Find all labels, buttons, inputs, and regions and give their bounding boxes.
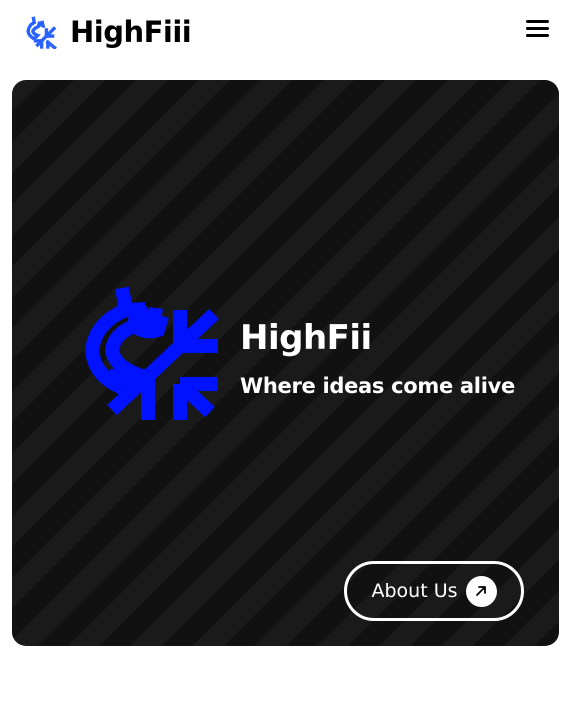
hero-tagline: Where ideas come alive — [240, 374, 515, 398]
arrow-up-right-icon — [465, 575, 497, 607]
highfii-logo-icon — [26, 16, 57, 49]
site-header: HighFiii — [0, 0, 575, 64]
brand-home-link[interactable]: HighFiii — [24, 12, 192, 52]
menu-button[interactable] — [523, 14, 551, 42]
hamburger-menu-icon — [523, 19, 551, 37]
about-us-label: About Us — [371, 579, 458, 602]
brand-name: HighFiii — [70, 14, 192, 49]
hero-title: HighFii — [240, 318, 372, 358]
highfii-logo-icon — [84, 286, 219, 420]
page: HighFiii HighFii Where ideas come alive … — [0, 0, 575, 722]
about-us-button[interactable]: About Us — [344, 561, 524, 621]
hero-banner: HighFii Where ideas come alive About Us — [12, 80, 559, 646]
